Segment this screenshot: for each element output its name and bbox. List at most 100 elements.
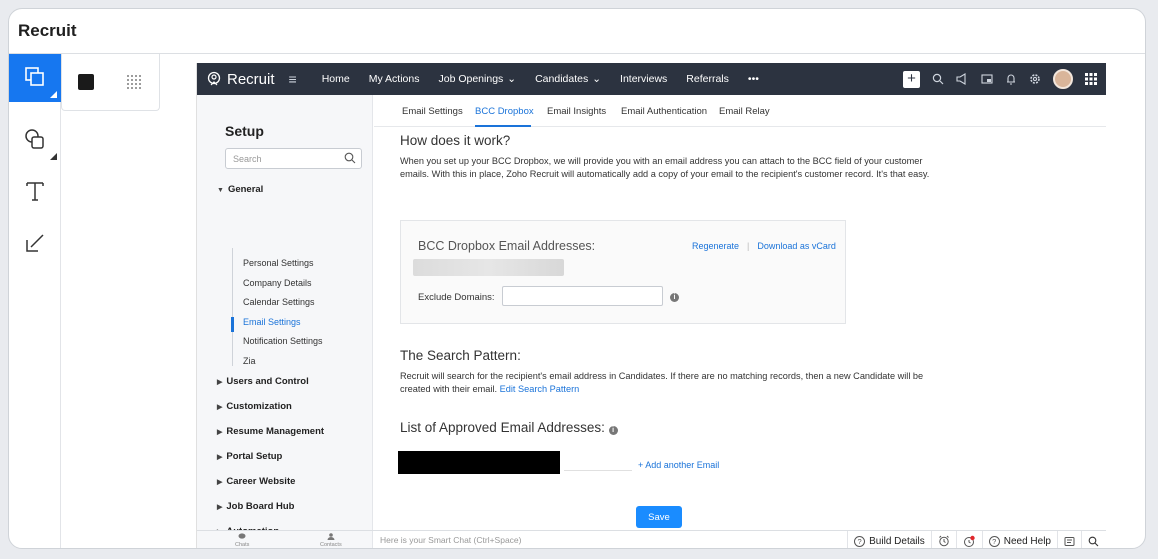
nav-link[interactable]: •••: [748, 73, 759, 85]
setup-title: Setup: [225, 123, 264, 139]
tab[interactable]: Email Relay: [719, 106, 770, 117]
email-tabs: Email Settings BCC Dropbox Email Insights E…: [374, 95, 1106, 127]
need-help-button[interactable]: ? Need Help: [981, 531, 1057, 548]
text-tool-button[interactable]: [9, 168, 61, 216]
chevron-right-icon: ▶: [217, 379, 223, 386]
link-separator: |: [747, 241, 750, 251]
select-tool-icon: [24, 66, 46, 91]
color-swatch-panel: [61, 54, 160, 111]
sidebar-group[interactable]: ▶ Resume Management: [217, 426, 324, 437]
nav-links: Home My Actions Job Openings ⌄ Candidates ⌄ In…: [303, 73, 759, 85]
brand-name: Recruit: [227, 70, 275, 88]
sidebar-group[interactable]: ▶ Portal Setup: [217, 451, 282, 462]
help-circle-icon: ?: [988, 535, 1000, 547]
nav-link[interactable]: Home: [322, 73, 350, 85]
search-icon[interactable]: [344, 152, 356, 167]
search-icon[interactable]: [932, 73, 944, 85]
chevron-right-icon: ▶: [217, 404, 223, 411]
setup-search-input[interactable]: [233, 149, 343, 168]
timer-icon[interactable]: [955, 531, 982, 548]
help-circle-icon: ?: [854, 535, 866, 547]
info-icon[interactable]: i: [608, 426, 618, 435]
sidebar-sub-item[interactable]: Company Details: [243, 278, 312, 288]
bell-icon[interactable]: [1005, 73, 1017, 85]
chats-shortcut[interactable]: Chats: [235, 533, 249, 548]
add-another-email-link[interactable]: + Add another Email: [638, 460, 719, 470]
how-text: When you set up your BCC Dropbox, we wil…: [400, 156, 930, 179]
brand-logo[interactable]: Recruit: [206, 71, 275, 88]
sidebar-group[interactable]: ▶ Career Website: [217, 476, 295, 487]
nav-link[interactable]: Referrals: [686, 73, 729, 85]
window-icon[interactable]: [981, 73, 993, 85]
setup-sidebar: Setup ▼General Personal Settings Company …: [197, 95, 373, 530]
bottom-quick-links: Chats Contacts: [197, 531, 373, 548]
notes-icon[interactable]: [1057, 531, 1081, 548]
shapes-tool-button[interactable]: [9, 116, 61, 164]
tab[interactable]: Email Authentication: [621, 106, 707, 117]
sidebar-sub-item[interactable]: Calendar Settings: [243, 297, 315, 307]
sidebar-sub-item[interactable]: Notification Settings: [243, 336, 323, 346]
avatar[interactable]: [1053, 69, 1073, 89]
tab[interactable]: BCC Dropbox: [475, 106, 534, 117]
sidebar-group[interactable]: ▶ Customization: [217, 401, 292, 412]
hamburger-menu-icon[interactable]: ≡: [289, 71, 297, 87]
tool-rail: [9, 54, 61, 548]
sub-items-guide: [232, 248, 233, 366]
download-vcard-link[interactable]: Download as vCard: [757, 241, 836, 251]
regenerate-link[interactable]: Regenerate: [692, 241, 739, 251]
info-icon[interactable]: i: [670, 293, 679, 302]
chevron-down-icon: ▼: [217, 187, 224, 194]
add-icon[interactable]: +: [903, 70, 920, 88]
chevron-right-icon: ▶: [217, 504, 223, 511]
sidebar-sub-item[interactable]: Email Settings: [243, 317, 301, 327]
how-heading: How does it work?: [400, 133, 511, 148]
chevron-down-icon: ⌄: [592, 73, 602, 85]
alarm-icon[interactable]: [930, 531, 956, 548]
color-swatch-black[interactable]: [78, 74, 94, 90]
chevron-down-icon: ⌄: [507, 73, 517, 85]
pen-tool-button[interactable]: [9, 220, 61, 268]
contacts-icon: [327, 533, 335, 540]
save-button[interactable]: Save: [636, 506, 682, 528]
active-tab-underline: [475, 125, 531, 127]
chevron-right-icon: ▶: [217, 454, 223, 461]
build-details-button[interactable]: ? Build Details: [847, 531, 931, 548]
approved-heading: List of Approved Email Addresses: i: [400, 420, 618, 435]
nav-link[interactable]: Job Openings: [438, 73, 503, 85]
chevron-right-icon: ▶: [217, 429, 223, 436]
search-pattern-text: Recruit will search for the recipient's …: [400, 371, 924, 394]
sidebar-sub-item[interactable]: Personal Settings: [243, 258, 314, 268]
bottom-right-tools: ? Build Details ? Need Help: [847, 531, 1105, 548]
title-divider: [9, 53, 1145, 54]
contacts-shortcut[interactable]: Contacts: [320, 533, 342, 548]
tab[interactable]: Email Insights: [547, 106, 606, 117]
pattern-swatch[interactable]: [124, 72, 144, 95]
main-content: Email Settings BCC Dropbox Email Insights E…: [374, 95, 1106, 530]
search-pattern-heading: The Search Pattern:: [400, 348, 521, 363]
exclude-domains-input[interactable]: [502, 286, 663, 306]
edit-search-pattern-link[interactable]: Edit Search Pattern: [500, 384, 580, 394]
tool-submenu-indicator: [50, 91, 57, 98]
email-input-underline: [564, 470, 632, 471]
recruit-logo-icon: [207, 71, 221, 86]
sidebar-sub-item[interactable]: Zia: [243, 356, 256, 366]
announce-icon[interactable]: [956, 73, 969, 85]
sidebar-group[interactable]: ▶ Job Board Hub: [217, 501, 294, 512]
recruit-app: Recruit ≡ Home My Actions Job Openings ⌄ Can…: [196, 63, 1106, 548]
nav-link[interactable]: My Actions: [369, 73, 420, 85]
nav-link[interactable]: Interviews: [620, 73, 667, 85]
sidebar-group[interactable]: ▶ Users and Control: [217, 376, 309, 387]
setup-search: [225, 148, 362, 169]
redacted-email: [398, 451, 560, 474]
smart-chat-input[interactable]: Here is your Smart Chat (Ctrl+Space): [380, 535, 521, 545]
apps-grid-icon[interactable]: [1085, 73, 1097, 85]
settings-icon[interactable]: [1029, 73, 1041, 85]
chevron-right-icon: ▶: [217, 479, 223, 486]
search-icon[interactable]: [1081, 531, 1105, 548]
select-tool-button[interactable]: [9, 54, 61, 102]
tab[interactable]: Email Settings: [402, 106, 463, 117]
sidebar-group-general[interactable]: ▼ General: [217, 184, 263, 195]
tool-submenu-indicator: [50, 153, 57, 160]
nav-link[interactable]: Candidates: [535, 73, 588, 85]
app-window: Recruit Recruit ≡ Home My Actions Job Op…: [8, 8, 1146, 549]
